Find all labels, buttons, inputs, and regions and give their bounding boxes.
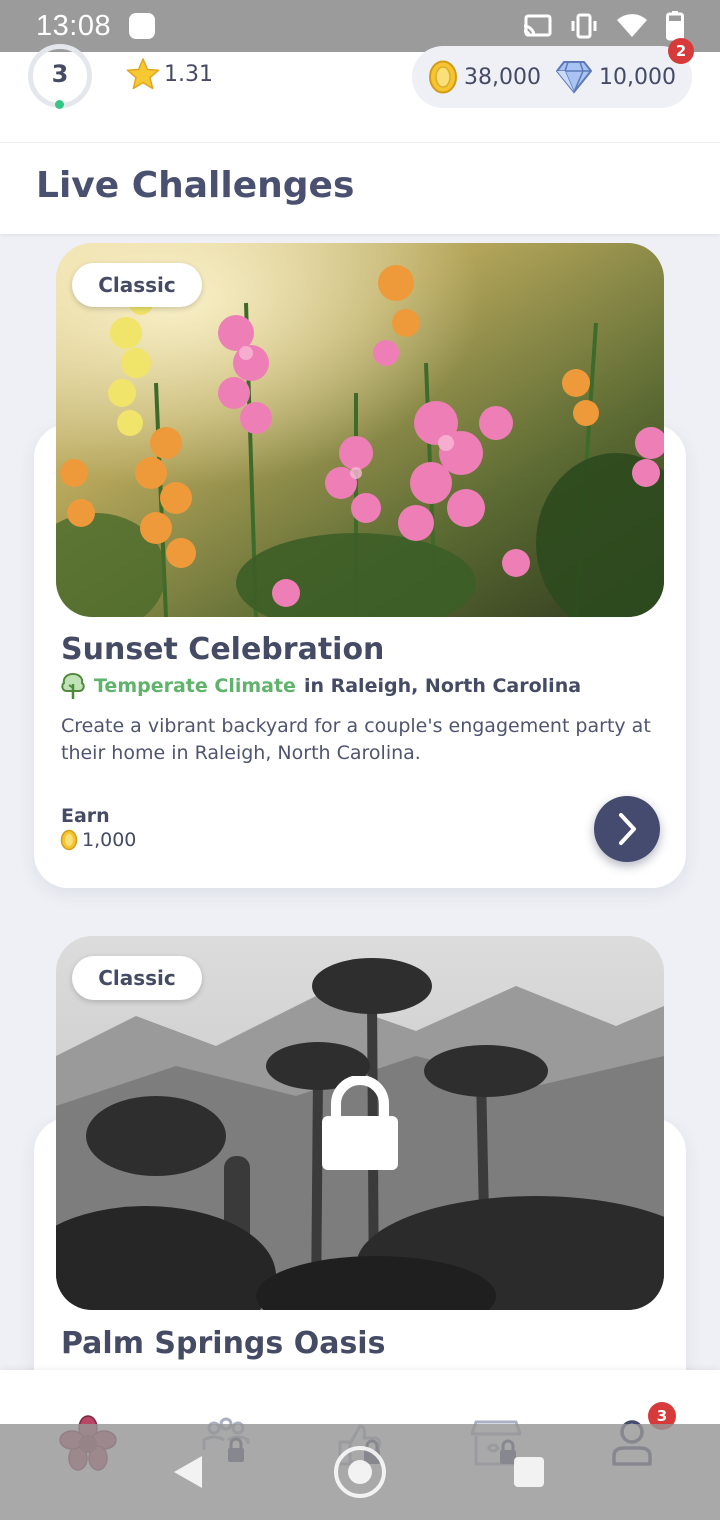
back-icon[interactable] — [172, 1454, 204, 1490]
rating[interactable]: 1.31 — [126, 58, 213, 90]
start-challenge-button[interactable] — [594, 796, 660, 862]
earn-label: Earn — [61, 805, 110, 827]
chevron-right-icon — [619, 813, 636, 845]
coin-balance: 38,000 — [464, 64, 541, 90]
cast-icon — [523, 14, 552, 37]
home-button[interactable] — [334, 1446, 386, 1498]
page-title: Live Challenges — [36, 165, 355, 206]
coin-icon — [429, 60, 457, 94]
mode-badge: Classic — [72, 263, 202, 307]
wifi-icon — [617, 14, 647, 38]
system-nav-bar — [0, 1424, 720, 1520]
mode-badge: Classic — [72, 956, 202, 1000]
gem-balance: 10,000 — [598, 64, 676, 90]
star-icon — [126, 58, 160, 90]
level-number: 3 — [51, 60, 69, 88]
status-bar: 13:08 — [0, 0, 720, 52]
challenge-location: Temperate Climate in Raleigh, North Caro… — [60, 672, 581, 700]
location-text: in Raleigh, North Carolina — [303, 675, 582, 697]
coin-icon — [60, 829, 78, 851]
earn-reward: 1,000 — [60, 829, 136, 851]
notification-badge[interactable]: 2 — [668, 38, 694, 64]
climate-label: Temperate Climate — [94, 675, 296, 697]
level-indicator[interactable]: 3 — [28, 44, 92, 109]
tree-icon — [61, 672, 85, 699]
gem-icon — [555, 61, 592, 94]
section-header: Live Challenges — [0, 142, 720, 234]
lock-icon — [322, 1076, 398, 1170]
stats-header: 3 1.31 38,000 10,000 2 — [0, 38, 720, 142]
notification-app-icon — [129, 13, 156, 39]
reward-value: 1,000 — [82, 829, 137, 851]
recents-button[interactable] — [514, 1457, 544, 1487]
home-icon — [348, 1460, 372, 1484]
vibrate-icon — [571, 13, 597, 39]
status-time: 13:08 — [36, 9, 112, 42]
level-progress-dot — [55, 100, 64, 109]
battery-icon — [666, 11, 684, 41]
challenge-title: Palm Springs Oasis — [61, 1326, 386, 1361]
currency-pill[interactable]: 38,000 10,000 — [412, 46, 692, 108]
challenge-title: Sunset Celebration — [61, 632, 385, 667]
challenge-description: Create a vibrant backyard for a couple's… — [61, 715, 651, 764]
rating-value: 1.31 — [164, 61, 213, 87]
status-icons — [522, 11, 684, 41]
